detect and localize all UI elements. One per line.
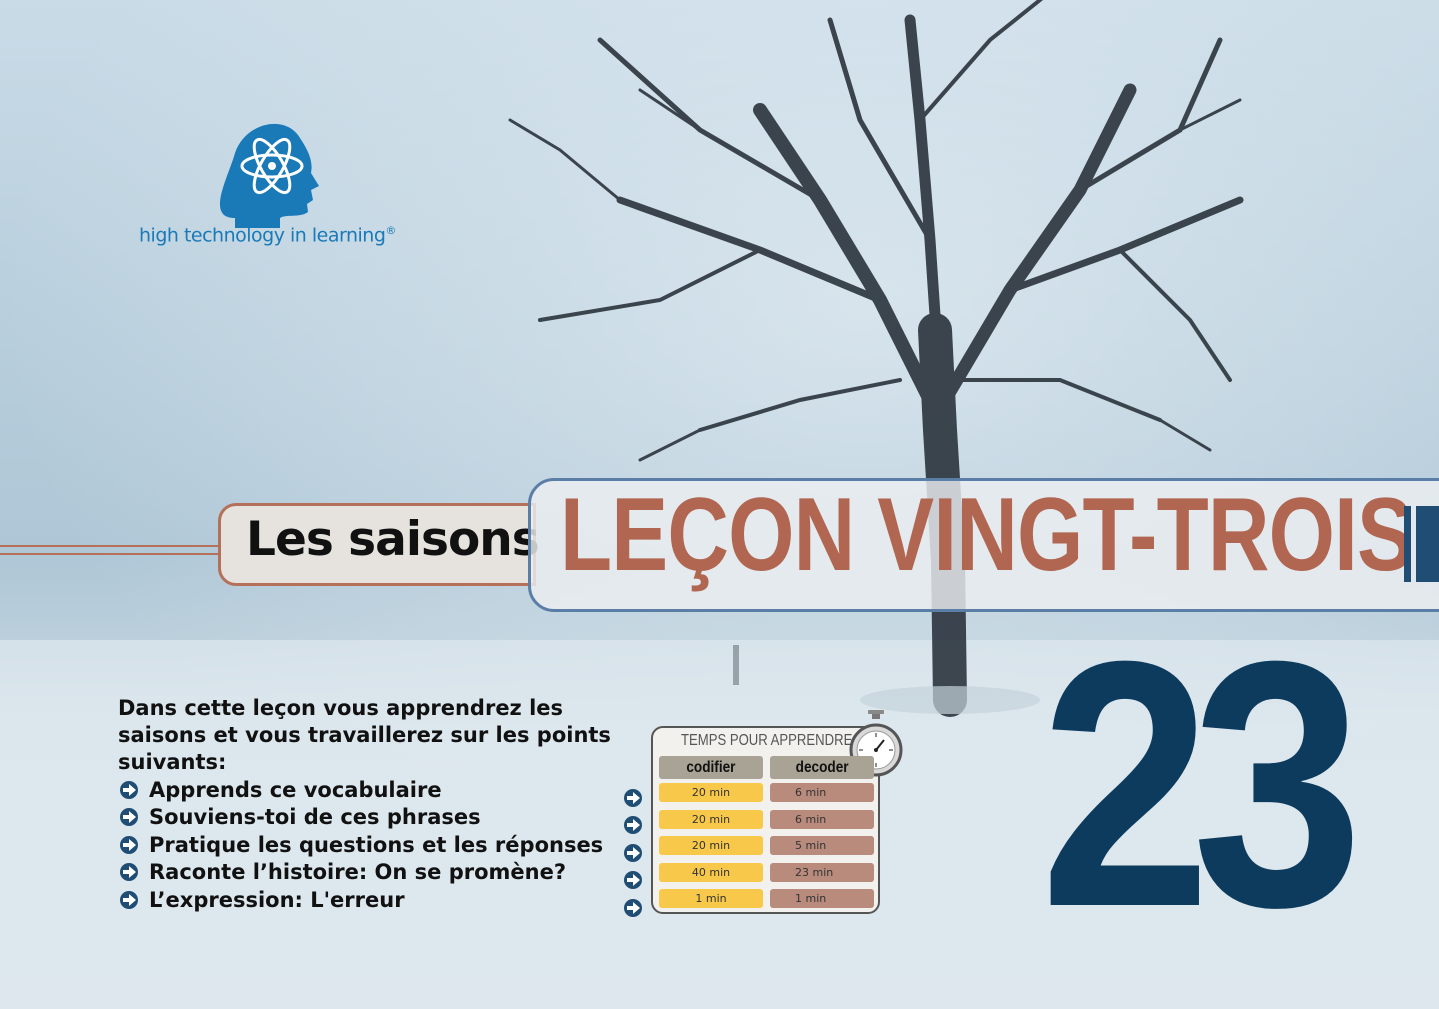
- table-cell: 5 min: [770, 836, 874, 855]
- arrow-right-icon: [624, 844, 642, 862]
- intro-text: Dans cette leçon vous apprendrez les sai…: [118, 696, 611, 774]
- list-item: Pratique les questions et les réponses: [118, 831, 603, 859]
- list-item: Raconte l’histoire: On se promène?: [118, 859, 603, 887]
- list-item-label: Raconte l’histoire: On se promène?: [149, 860, 567, 885]
- arrow-right-icon: [120, 835, 138, 854]
- list-item-label: L’expression: L'erreur: [149, 887, 405, 912]
- arrow-right-icon: [120, 863, 138, 882]
- title-bar-accent: [1404, 506, 1411, 582]
- table-cell: 23 min: [770, 863, 874, 882]
- logo-label: high technology in learning: [139, 224, 386, 247]
- arrow-right-icon: [624, 789, 642, 807]
- registered-mark: ®: [385, 224, 396, 237]
- table-cell: 1 min: [659, 889, 763, 908]
- time-table-title: TEMPS POUR APPRENDRE: [681, 732, 853, 749]
- arrow-right-icon: [120, 808, 138, 827]
- column-header-decoder: decoder: [770, 756, 874, 779]
- title-bar-accent: [1416, 506, 1439, 582]
- table-cell: 1 min: [770, 889, 874, 908]
- list-item-label: Apprends ce vocabulaire: [149, 777, 442, 802]
- arrow-right-icon: [624, 816, 642, 834]
- table-cell: 40 min: [659, 863, 763, 882]
- list-item: L’expression: L'erreur: [118, 886, 603, 914]
- arrow-right-icon: [120, 780, 138, 799]
- arrow-right-icon: [120, 890, 138, 909]
- table-cell: 6 min: [770, 810, 874, 829]
- objectives-list: Apprends ce vocabulaire Souviens-toi de …: [118, 776, 603, 914]
- table-cell: 6 min: [770, 783, 874, 802]
- table-cell: 20 min: [659, 810, 763, 829]
- subtitle: Les saisons: [246, 512, 540, 567]
- table-cell: 20 min: [659, 836, 763, 855]
- divider-rule: [0, 545, 225, 555]
- list-item: Souviens-toi de ces phrases: [118, 804, 603, 832]
- arrow-right-icon: [624, 899, 642, 917]
- column-header-codifier: codifier: [659, 756, 763, 779]
- list-item-label: Souviens-toi de ces phrases: [149, 805, 481, 830]
- list-item-label: Pratique les questions et les réponses: [149, 832, 604, 857]
- logo-text: high technology in learning®: [139, 224, 396, 246]
- lesson-title: LEÇON VINGT-TROIS: [560, 477, 1414, 593]
- table-cell: 20 min: [659, 783, 763, 802]
- arrow-right-icon: [624, 871, 642, 889]
- lesson-number: 23: [1040, 589, 1363, 980]
- list-item: Apprends ce vocabulaire: [118, 776, 603, 804]
